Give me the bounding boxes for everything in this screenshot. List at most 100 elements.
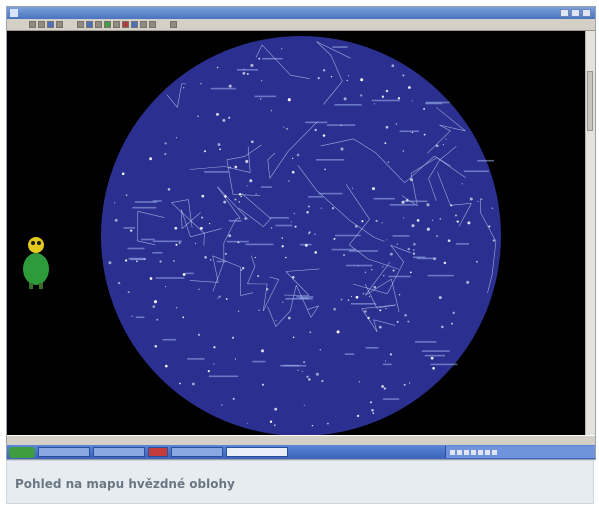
taskbar-item[interactable] — [226, 447, 288, 457]
taskbar-item[interactable] — [171, 447, 223, 457]
map-label-mark — [226, 240, 249, 243]
star — [413, 243, 416, 246]
star — [215, 112, 220, 116]
star — [450, 204, 453, 207]
star — [447, 239, 451, 243]
map-label-mark — [427, 274, 454, 277]
star — [407, 247, 410, 251]
star — [250, 63, 254, 67]
toolbar-button[interactable] — [131, 21, 138, 28]
star — [293, 212, 296, 215]
star — [407, 320, 410, 323]
star — [362, 292, 365, 295]
star — [466, 280, 470, 284]
star — [442, 143, 445, 146]
star — [131, 315, 133, 317]
map-label-mark — [162, 338, 177, 341]
star — [255, 193, 257, 195]
star — [223, 200, 227, 204]
system-tray — [445, 446, 595, 458]
tray-icon[interactable] — [478, 449, 483, 455]
star — [228, 116, 231, 119]
start-button[interactable] — [9, 446, 35, 458]
maximize-icon[interactable] — [571, 9, 580, 17]
map-label-mark — [399, 130, 419, 133]
map-label-mark — [416, 257, 437, 260]
toolbar-button[interactable] — [149, 21, 156, 28]
map-label-mark — [283, 364, 307, 367]
star — [291, 170, 295, 174]
star — [385, 307, 387, 310]
tray-icon[interactable] — [464, 449, 469, 455]
tray-icon[interactable] — [457, 449, 462, 455]
star — [491, 207, 494, 209]
toolbar-button[interactable] — [86, 21, 93, 28]
tray-icon[interactable] — [450, 449, 455, 455]
toolbar-button[interactable] — [104, 21, 111, 28]
star — [354, 224, 358, 228]
star — [242, 71, 246, 75]
star — [234, 358, 237, 360]
star — [423, 107, 426, 110]
sky-map-view[interactable] — [7, 31, 586, 435]
star — [270, 109, 273, 112]
star — [343, 254, 345, 256]
toolbar-button[interactable] — [113, 21, 120, 28]
taskbar-item[interactable] — [148, 447, 168, 457]
star — [430, 356, 434, 360]
tray-icon[interactable] — [485, 449, 490, 455]
toolbar-button[interactable] — [77, 21, 84, 28]
star — [409, 271, 412, 274]
minimize-icon[interactable] — [560, 9, 569, 17]
toolbar-button[interactable] — [47, 21, 54, 28]
star — [396, 243, 398, 245]
star — [398, 294, 401, 296]
map-label-mark — [308, 196, 323, 198]
star — [309, 331, 312, 334]
star — [451, 322, 453, 325]
toolbar-button[interactable] — [56, 21, 63, 28]
map-label-mark — [371, 99, 400, 102]
tray-icon[interactable] — [492, 449, 497, 455]
star — [477, 201, 479, 203]
star — [130, 229, 133, 232]
star — [307, 205, 310, 208]
map-label-mark — [335, 234, 361, 237]
star — [192, 382, 195, 386]
star — [467, 221, 471, 225]
star — [207, 369, 210, 373]
star — [319, 349, 322, 351]
star — [350, 295, 353, 298]
toolbar-button[interactable] — [95, 21, 102, 28]
map-label-mark — [262, 57, 283, 60]
star — [389, 353, 392, 356]
toolbar-button[interactable] — [38, 21, 45, 28]
star — [282, 301, 284, 303]
star — [322, 134, 326, 137]
star — [321, 379, 324, 383]
star — [199, 226, 203, 230]
star — [127, 291, 130, 294]
star — [358, 381, 361, 383]
star — [172, 259, 175, 262]
star — [456, 220, 459, 223]
star — [149, 157, 153, 161]
mascot-eye — [37, 241, 41, 245]
star — [274, 407, 278, 411]
toolbar-button[interactable] — [170, 21, 177, 28]
sky-disc[interactable] — [101, 36, 501, 435]
toolbar-button[interactable] — [140, 21, 147, 28]
star — [288, 180, 290, 182]
vertical-scrollbar[interactable] — [585, 31, 595, 435]
map-label-mark — [210, 87, 236, 90]
taskbar-item[interactable] — [93, 447, 145, 457]
taskbar-item[interactable] — [38, 447, 90, 457]
map-label-mark — [300, 243, 312, 246]
tray-icon[interactable] — [471, 449, 476, 455]
star — [436, 235, 439, 238]
star — [308, 378, 311, 381]
scrollbar-thumb[interactable] — [587, 71, 593, 131]
toolbar-button[interactable] — [122, 21, 129, 28]
close-icon[interactable] — [582, 9, 591, 17]
toolbar-button[interactable] — [29, 21, 36, 28]
